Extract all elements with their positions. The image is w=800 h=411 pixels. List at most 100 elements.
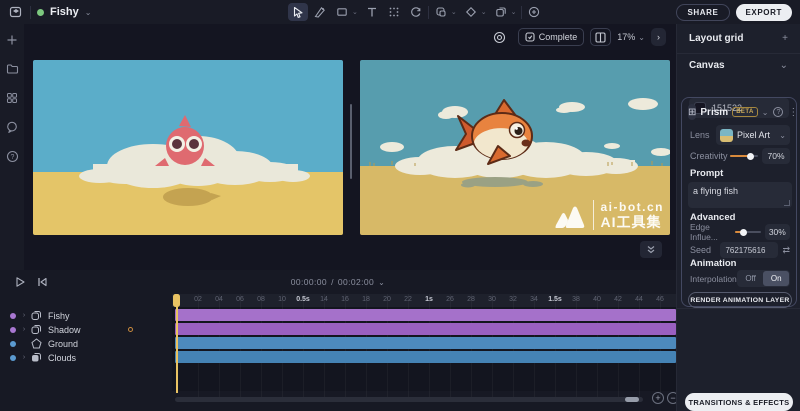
ruler-tick-label: 44 [629,296,649,303]
timeline-scrollbar[interactable] [175,397,643,402]
layer-row-shadow[interactable]: › Shadow [0,323,172,336]
layer-color-dot [10,355,16,361]
text-tool[interactable] [362,3,382,21]
lens-chevron-icon: ⌄ [779,131,786,140]
right-panel: Layout grid + Canvas ⌄ 151522 ⊞ Prism BE… [676,24,800,411]
prism-collapse-chevron-icon[interactable]: ⌄ [762,108,769,117]
timeline-zoom-in-icon[interactable]: + [652,392,664,404]
prism-section: ⊞ Prism BETA ⌄ ? ⋮ Lens Pixel Art ⌄ Crea… [681,97,797,307]
zoom-level-dropdown[interactable]: 17% ⌄ [617,32,645,42]
vector-shape-tool[interactable] [461,3,481,21]
edge-influence-slider[interactable] [735,231,760,233]
track-bar-fishy[interactable] [175,309,676,321]
track-bar-shadow[interactable] [175,323,676,335]
ruler-tick-label: 16 [335,296,355,303]
canvas-collapse-button[interactable] [640,241,662,258]
layer-name: Clouds [48,353,76,363]
frame-tool[interactable] [431,3,451,21]
group-layers-icon [30,324,43,335]
ruler-tick-label: 32 [503,296,523,303]
lens-value: Pixel Art [737,130,770,140]
rectangle-tool-chevron-icon[interactable]: ⌄ [352,8,358,16]
canvas-section-chevron-icon[interactable]: ⌄ [780,60,788,71]
playhead-handle[interactable] [173,294,180,307]
layer-row-ground[interactable]: Ground [0,337,172,350]
transitions-effects-button[interactable]: TRANSITIONS & EFFECTS [685,393,793,411]
ruler-tick-label: 02 [188,296,208,303]
interpolation-on-option[interactable]: On [763,271,789,286]
app-logo-icon[interactable] [8,4,24,20]
prism-more-icon[interactable]: ⋮ [788,107,798,118]
complete-button[interactable]: Complete [518,28,585,46]
time-separator: / [331,277,334,287]
expand-chevron-icon[interactable]: › [18,354,30,361]
creativity-slider[interactable] [730,155,758,157]
comments-icon[interactable] [4,119,20,135]
export-button[interactable]: EXPORT [736,4,793,21]
canvas-viewport[interactable]: Complete 17% ⌄ › [24,24,676,270]
shuffle-seed-icon[interactable]: ⇄ [782,245,790,256]
canvas-scrollbar[interactable] [350,104,352,179]
rectangle-tool[interactable] [332,3,352,21]
skip-to-start-button[interactable] [36,276,48,288]
direct-select-tool[interactable] [310,3,330,21]
frame-rendered-preview[interactable]: ai-bot.cn AI工具集 [360,60,670,235]
lens-label: Lens [690,130,710,140]
prism-help-icon[interactable]: ? [773,107,783,117]
expand-chevron-icon[interactable]: › [18,326,30,333]
add-icon[interactable] [4,32,20,48]
folder-icon[interactable] [4,61,20,77]
left-sidebar: ? [0,24,24,270]
track-bar-clouds[interactable] [175,351,676,363]
duplicate-tool[interactable] [491,3,511,21]
seed-label: Seed [690,245,711,255]
complete-icon [525,32,535,42]
timeline-ruler[interactable]: 02040608100.5s14161820221s26283032341.5s… [172,294,676,307]
ruler-tick-label: 14 [314,296,334,303]
timecode-display[interactable]: 00:00:00 / 00:02:00 ⌄ [291,270,385,294]
zoom-chevron-icon: ⌄ [638,33,645,42]
layer-name: Fishy [48,311,70,321]
next-page-button[interactable]: › [651,28,666,46]
layout-columns-icon[interactable] [590,28,611,46]
render-animation-layer-button[interactable]: RENDER ANIMATION LAYER [688,292,792,308]
ruler-tick-label: 28 [461,296,481,303]
lens-dropdown[interactable]: Pixel Art ⌄ [716,125,790,145]
comment-tool[interactable] [524,3,544,21]
project-title[interactable]: Fishy [50,6,79,18]
project-color-dot [37,9,44,16]
add-layout-grid-icon[interactable]: + [782,33,788,44]
project-menu-chevron-icon[interactable]: ⌄ [85,8,92,17]
rotate-tool[interactable] [406,3,426,21]
edge-influence-value[interactable]: 30% [765,224,790,240]
top-bar: Fishy ⌄ ⌄ ⌄ [0,0,800,24]
layer-name: Ground [48,339,78,349]
playhead-line[interactable] [176,295,178,393]
ruler-tick-label: 22 [398,296,418,303]
expand-chevron-icon[interactable]: › [18,312,30,319]
timeline-scrollbar-thumb[interactable] [625,397,639,402]
layer-row-fishy[interactable]: › Fishy [0,309,172,322]
pointer-tool[interactable] [288,3,308,21]
move-pixels-tool[interactable] [384,3,404,21]
share-button[interactable]: SHARE [676,4,729,21]
frame-tool-chevron-icon[interactable]: ⌄ [451,8,457,16]
interpolation-off-option[interactable]: Off [738,271,764,286]
prompt-input[interactable]: a flying fish [688,182,792,208]
zoom-level-value: 17% [617,32,635,42]
seed-input[interactable]: 762175616 [720,242,778,258]
layer-row-clouds[interactable]: › Clouds [0,351,172,364]
vector-tool-chevron-icon[interactable]: ⌄ [481,8,487,16]
watermark: ai-bot.cn AI工具集 [554,200,665,230]
record-icon[interactable] [487,28,512,46]
track-bar-ground[interactable] [175,337,676,349]
divider [677,308,800,309]
help-icon[interactable]: ? [4,148,20,164]
beta-badge: BETA [732,107,758,117]
creativity-value[interactable]: 70% [762,148,790,164]
duplicate-tool-chevron-icon[interactable]: ⌄ [511,8,517,16]
keyframe-indicator-icon[interactable] [128,327,133,332]
assets-grid-icon[interactable] [4,90,20,106]
play-button[interactable] [14,276,26,288]
frame-source-preview[interactable] [33,60,343,235]
